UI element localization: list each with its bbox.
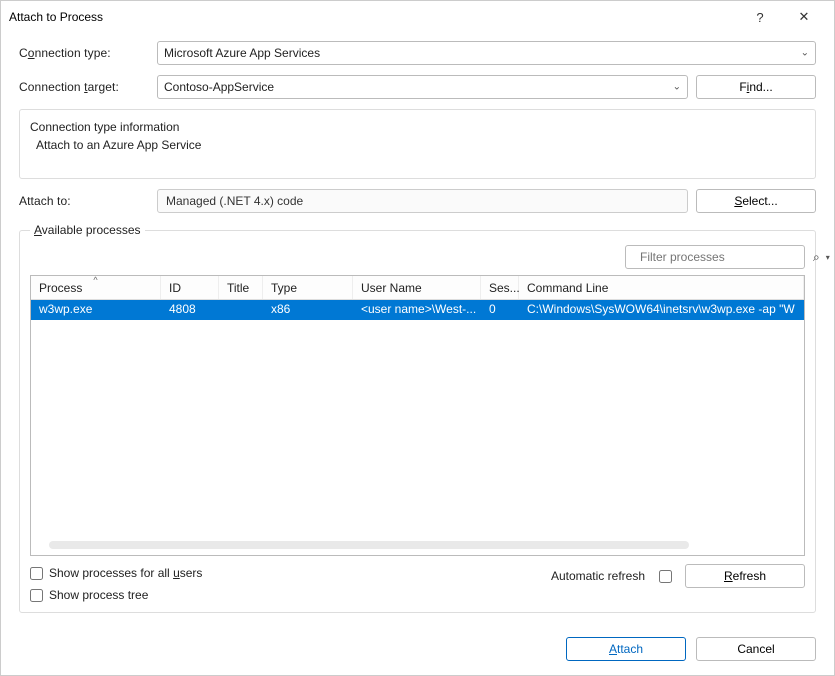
available-processes-legend: Available processes (30, 223, 145, 237)
titlebar: Attach to Process ? ✕ (1, 1, 834, 33)
chevron-down-icon: ⌄ (673, 82, 681, 93)
chevron-down-icon[interactable]: ▾ (826, 253, 830, 262)
connection-target-select[interactable]: Contoso-AppService ⌄ (157, 75, 688, 99)
cell-command-line: C:\Windows\SysWOW64\inetsrv\w3wp.exe -ap… (519, 300, 804, 320)
help-button[interactable]: ? (738, 1, 782, 33)
cell-process: w3wp.exe (31, 300, 161, 320)
chevron-down-icon: ⌄ (801, 48, 809, 59)
show-all-users-checkbox[interactable]: Show processes for all users (30, 566, 202, 580)
column-user-name[interactable]: User Name (353, 276, 481, 299)
show-process-tree-checkbox[interactable]: Show process tree (30, 588, 202, 602)
cancel-button[interactable]: Cancel (696, 637, 816, 661)
cell-user: <user name>\West-... (353, 300, 481, 320)
automatic-refresh-label: Automatic refresh (551, 569, 645, 583)
column-process[interactable]: Process (31, 276, 161, 299)
column-command-line[interactable]: Command Line (519, 276, 804, 299)
dialog-footer: Attach Cancel (19, 623, 816, 661)
connection-type-label: Connection type: (19, 46, 149, 60)
connection-target-row: Connection target: Contoso-AppService ⌄ … (19, 75, 816, 99)
connection-info-text: Attach to an Azure App Service (30, 136, 805, 154)
table-header: Process ID Title Type User Name Ses... C… (31, 276, 804, 300)
attach-to-process-dialog: Attach to Process ? ✕ Connection type: M… (0, 0, 835, 676)
cell-id: 4808 (161, 300, 219, 320)
filter-processes-input[interactable]: ⌕ ▾ (625, 245, 805, 269)
table-row[interactable]: w3wp.exe 4808 x86 <user name>\West-... 0… (31, 300, 804, 320)
attach-button[interactable]: Attach (566, 637, 686, 661)
filter-row: ⌕ ▾ (30, 245, 805, 269)
filter-text[interactable] (634, 245, 801, 269)
connection-target-label: Connection target: (19, 80, 149, 94)
connection-type-row: Connection type: Microsoft Azure App Ser… (19, 41, 816, 65)
attach-to-label: Attach to: (19, 194, 149, 208)
cell-type: x86 (263, 300, 353, 320)
find-button[interactable]: Find... (696, 75, 816, 99)
select-button[interactable]: Select... (696, 189, 816, 213)
column-title[interactable]: Title (219, 276, 263, 299)
close-icon: ✕ (799, 9, 810, 25)
dialog-body: Connection type: Microsoft Azure App Ser… (1, 33, 834, 675)
cell-title (219, 300, 263, 320)
cell-session: 0 (481, 300, 519, 320)
connection-info-box: Connection type information Attach to an… (19, 109, 816, 179)
attach-to-field: Managed (.NET 4.x) code (157, 189, 688, 213)
dialog-title: Attach to Process (9, 10, 738, 24)
refresh-button[interactable]: Refresh (685, 564, 805, 588)
process-table: Process ID Title Type User Name Ses... C… (30, 275, 805, 556)
connection-type-select[interactable]: Microsoft Azure App Services ⌄ (157, 41, 816, 65)
automatic-refresh-checkbox[interactable] (659, 570, 672, 583)
column-session[interactable]: Ses... (481, 276, 519, 299)
search-icon: ⌕ (813, 250, 820, 265)
close-button[interactable]: ✕ (782, 1, 826, 33)
available-processes-group: Available processes ⌕ ▾ Process ID Title… (19, 223, 816, 613)
column-type[interactable]: Type (263, 276, 353, 299)
connection-info-heading: Connection type information (30, 118, 805, 136)
attach-to-row: Attach to: Managed (.NET 4.x) code Selec… (19, 189, 816, 213)
column-id[interactable]: ID (161, 276, 219, 299)
processes-footer: Show processes for all users Show proces… (30, 564, 805, 602)
horizontal-scrollbar[interactable] (49, 541, 689, 549)
